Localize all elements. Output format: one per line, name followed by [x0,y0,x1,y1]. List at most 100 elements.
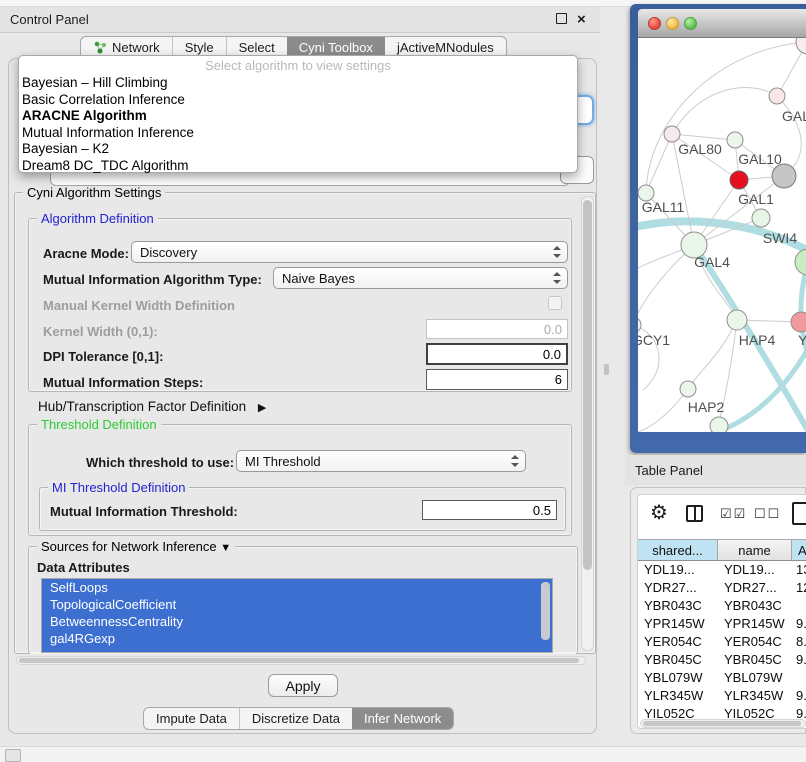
network-node[interactable] [796,38,806,54]
column-header-shared[interactable]: shared... [638,539,718,561]
column-header-name[interactable]: name [718,539,792,561]
mi-steps-value: 6 [555,372,562,387]
tab-jactivemnodules-label: jActiveMNodules [397,40,494,55]
mi-threshold-group: MI Threshold Definition Mutual Informati… [39,487,566,531]
dropdown-item[interactable]: Mutual Information Inference [19,125,577,142]
node-label: Y [798,332,806,348]
network-node-hap2[interactable] [680,381,696,397]
network-node-gal10[interactable] [727,132,743,148]
cell: YDL19... [718,561,792,579]
network-node-gal1[interactable] [730,171,748,189]
tab-impute-data[interactable]: Impute Data [144,708,239,729]
mi-threshold-field[interactable]: 0.5 [422,500,557,520]
grip-square[interactable] [5,749,21,762]
expand-right-icon[interactable]: ▶ [258,402,266,414]
apply-button[interactable]: Apply [268,674,338,697]
table-row[interactable]: YBL079W YBL079W [638,669,806,687]
panel-splitter-grip[interactable] [604,364,609,375]
dropdown-item[interactable]: Basic Correlation Inference [19,92,577,109]
network-node[interactable] [769,88,785,104]
split-columns-icon[interactable] [686,505,703,522]
dropdown-item[interactable]: Dream8 DC_TDC Algorithm [19,158,577,175]
cell [792,597,806,615]
table-horizontal-scrollbar[interactable] [640,719,806,728]
aracne-mode-combo[interactable]: Discovery [131,241,568,263]
network-node-swi4[interactable] [752,209,770,227]
scrollbar-thumb[interactable] [583,200,592,570]
which-threshold-label: Which threshold to use: [86,455,234,470]
network-node-gray[interactable] [772,164,796,188]
network-node[interactable] [710,417,728,432]
sources-group-title: Sources for Network Inference ▼ [37,539,235,554]
dropdown-item[interactable]: Bayesian – K2 [19,141,577,158]
manual-kernel-checkbox[interactable] [548,296,562,310]
settings-horizontal-scrollbar[interactable] [16,656,586,665]
network-node-hap4[interactable] [727,310,747,330]
network-node-gcy1[interactable] [638,317,641,333]
scrollbar-thumb[interactable] [643,721,801,726]
kernel-width-label: Kernel Width (0,1): [43,324,158,339]
unchecked-pair-icon[interactable]: ☐☐ [754,506,781,522]
settings-vertical-scrollbar[interactable] [581,196,594,651]
network-node-salmon[interactable] [791,312,806,332]
network-node-gal80[interactable] [664,126,680,142]
attribute-item[interactable]: BetweennessCentrality [42,613,552,630]
which-threshold-combo[interactable]: MI Threshold [236,450,526,472]
minimize-traffic-light[interactable] [666,17,679,30]
mi-type-combo[interactable]: Naive Bayes [273,267,568,289]
algorithm-dropdown-popup: Select algorithm to view settings Bayesi… [18,55,578,173]
data-attributes-list[interactable]: SelfLoops TopologicalCoefficient Between… [41,578,553,653]
cell: YBR045C [638,651,718,669]
table-row[interactable]: YPR145W YPR145W 9. [638,615,806,633]
table-panel-title: Table Panel [635,463,703,478]
cell: YER054C [718,633,792,651]
cell: YLR345W [718,687,792,705]
table-row[interactable]: YBR045C YBR045C 9. [638,651,806,669]
cell: 8. [792,633,806,651]
scrollbar-thumb[interactable] [19,658,579,663]
dpi-tolerance-field[interactable]: 0.0 [426,343,568,365]
combo-stepper-icon [552,272,561,284]
network-window-titlebar[interactable] [638,9,806,38]
data-attributes-label: Data Attributes [37,560,130,575]
column-header-partial[interactable]: A [792,539,806,561]
dropdown-item-selected[interactable]: ARACNE Algorithm [19,108,577,125]
tab-discretize-data-label: Discretize Data [252,711,340,726]
gear-icon[interactable]: ⚙ [650,501,668,525]
collapse-down-icon[interactable]: ▼ [220,542,231,554]
dropdown-item[interactable]: Bayesian – Hill Climbing [19,75,577,92]
cell: YER054C [638,633,718,651]
attribute-item[interactable]: TopologicalCoefficient [42,596,552,613]
checked-pair-icon[interactable]: ☑☑ [720,506,747,522]
tab-infer-network[interactable]: Infer Network [352,708,453,729]
kernel-width-field[interactable]: 0.0 [426,319,568,339]
node-label: GAL10 [738,151,782,167]
attribute-item[interactable]: SelfLoops [42,579,552,596]
page-icon[interactable] [792,502,806,525]
cell: YPR145W [638,615,718,633]
close-icon[interactable]: × [577,7,586,33]
mi-steps-field[interactable]: 6 [426,369,568,390]
table-panel-body: ⚙ ☑☑ ☐☐ shared... name A YDL19... YDL19.… [630,487,806,734]
close-traffic-light[interactable] [648,17,661,30]
edge [672,88,777,134]
edge [638,245,694,325]
network-canvas[interactable]: GAL GAL80 GAL10 GAL1 GAL11 SWI4 GAL4 GCY… [638,38,806,432]
cell: 13 [792,561,806,579]
table-row[interactable]: YLR345W YLR345W 9. [638,687,806,705]
cell: YBR045C [718,651,792,669]
table-row[interactable]: YDL19... YDL19... 13 [638,561,806,579]
attribute-item[interactable]: gal4RGexp [42,630,552,647]
hub-section[interactable]: Hub/Transcription Factor Definition ▶ [38,399,266,414]
table-row[interactable]: YER054C YER054C 8. [638,633,806,651]
network-view-window: GAL GAL80 GAL10 GAL1 GAL11 SWI4 GAL4 GCY… [630,4,806,453]
attributes-scrollbar[interactable] [541,582,550,640]
zoom-traffic-light[interactable] [684,17,697,30]
network-node[interactable] [795,249,806,275]
table-row[interactable]: YBR043C YBR043C [638,597,806,615]
node-label: HAP4 [739,332,776,348]
tab-discretize-data[interactable]: Discretize Data [239,708,352,729]
table-row[interactable]: YDR27... YDR27... 12 [638,579,806,597]
float-window-icon[interactable] [556,13,567,24]
bottom-tabbar: Impute Data Discretize Data Infer Networ… [143,707,454,730]
